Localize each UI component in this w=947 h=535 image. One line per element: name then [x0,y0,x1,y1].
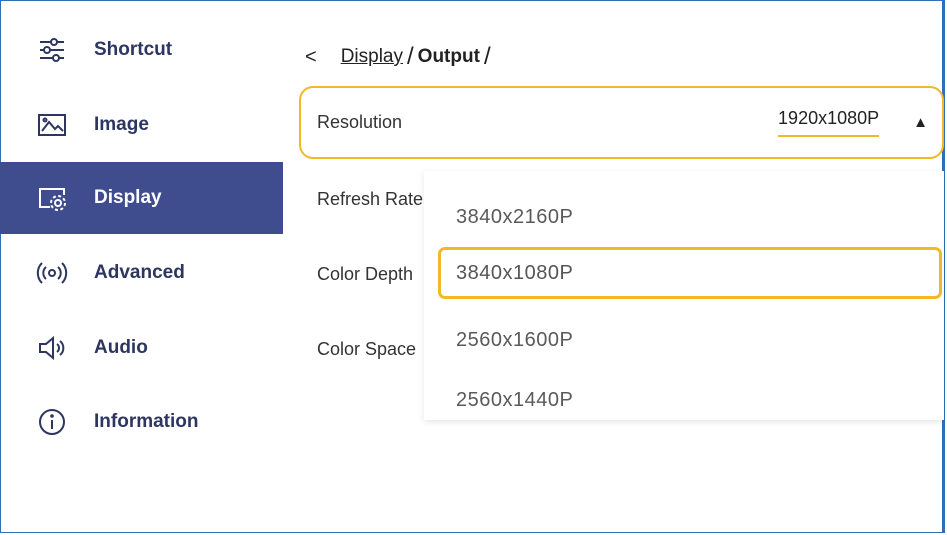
sidebar-item-label: Advanced [94,262,185,283]
sidebar-item-information[interactable]: Information [0,386,283,458]
breadcrumb-display-link[interactable]: Display [341,46,403,68]
chevron-up-icon[interactable]: ▲ [913,114,928,131]
sidebar-item-label: Image [94,114,149,135]
breadcrumb-current: Output [417,46,480,67]
resolution-setting[interactable]: Resolution 1920x1080P ▲ [299,86,944,159]
color-space-label[interactable]: Color Space [317,339,424,360]
resolution-label: Resolution [317,112,403,132]
info-icon [34,404,70,440]
dropdown-option[interactable]: 3840x2160P [438,191,942,243]
dropdown-option[interactable]: 2560x1440P [438,374,942,420]
sidebar-item-advanced[interactable]: Advanced [0,237,283,309]
refresh-rate-label[interactable]: Refresh Rate [317,189,424,210]
sidebar-item-display[interactable]: Display [0,162,283,234]
sidebar-item-audio[interactable]: Audio [0,312,283,384]
breadcrumb-separator: / [483,43,491,70]
sidebar-item-shortcut[interactable]: Shortcut [0,14,283,86]
color-depth-label[interactable]: Color Depth [317,264,424,285]
sliders-icon [34,32,70,68]
resolution-select[interactable]: 1920x1080P [778,108,880,137]
resolution-dropdown: 3840x2160P 3840x1080P 2560x1600P 2560x14… [424,171,944,420]
dropdown-option-selected[interactable]: 3840x1080P [438,247,942,299]
sidebar-item-label: Display [94,187,162,208]
breadcrumb-separator: / [407,43,414,70]
speaker-icon [34,330,70,366]
display-settings-icon [34,180,70,216]
sidebar-item-label: Information [94,411,199,432]
sidebar-item-label: Audio [94,337,148,358]
breadcrumb: < Display / Output / [305,42,495,72]
broadcast-icon [34,255,70,291]
back-button[interactable]: < [305,46,317,69]
image-icon [34,107,70,143]
sidebar-item-label: Shortcut [94,39,173,60]
sidebar-item-image[interactable]: Image [0,89,283,161]
dropdown-option[interactable]: 2560x1600P [438,314,942,366]
sidebar: Shortcut Image Display Advanced Audio In… [0,0,283,535]
